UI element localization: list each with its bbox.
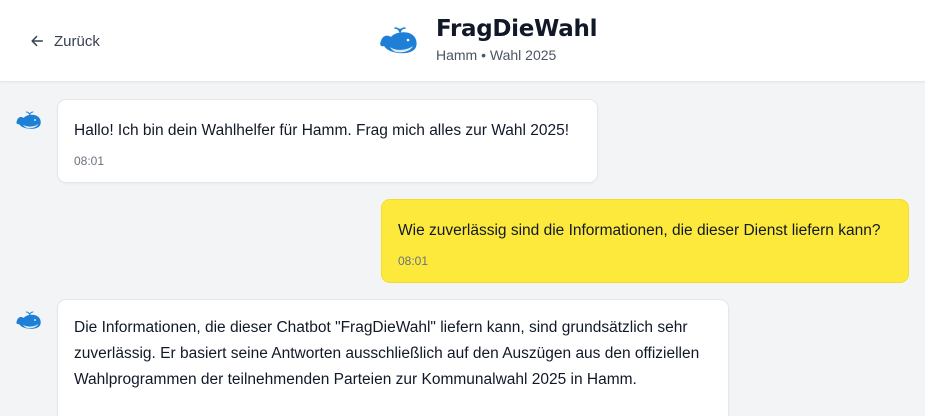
message-time: 08:01 xyxy=(74,154,105,168)
arrow-left-icon xyxy=(31,35,44,47)
back-button[interactable]: Zurück xyxy=(30,28,100,54)
message-text: Hallo! Ich bin dein Wahlhelfer für Hamm.… xyxy=(74,122,570,139)
bot-message: Hallo! Ich bin dein Wahlhelfer für Hamm.… xyxy=(57,99,598,183)
message-text: Wie zuverlässig sind die Informationen, … xyxy=(398,222,881,239)
app-title: FragDieWahl xyxy=(436,16,598,42)
message-text: Die Informationen, die dieser Chatbot "F… xyxy=(74,319,700,388)
message-time: 08:01 xyxy=(398,254,429,268)
app-subtitle: Hamm • Wahl 2025 xyxy=(436,47,557,63)
app-header: Zurück FragDieWahl Hamm • Wahl 2025 xyxy=(0,0,925,82)
back-label: Zurück xyxy=(54,32,100,50)
whale-avatar-icon xyxy=(16,311,41,329)
brand: FragDieWahl Hamm • Wahl 2025 xyxy=(378,14,597,65)
whale-logo-icon xyxy=(380,26,417,53)
whale-avatar-icon xyxy=(16,111,41,129)
bot-message: Die Informationen, die dieser Chatbot "F… xyxy=(57,299,729,416)
user-message: Wie zuverlässig sind die Informationen, … xyxy=(381,199,909,283)
